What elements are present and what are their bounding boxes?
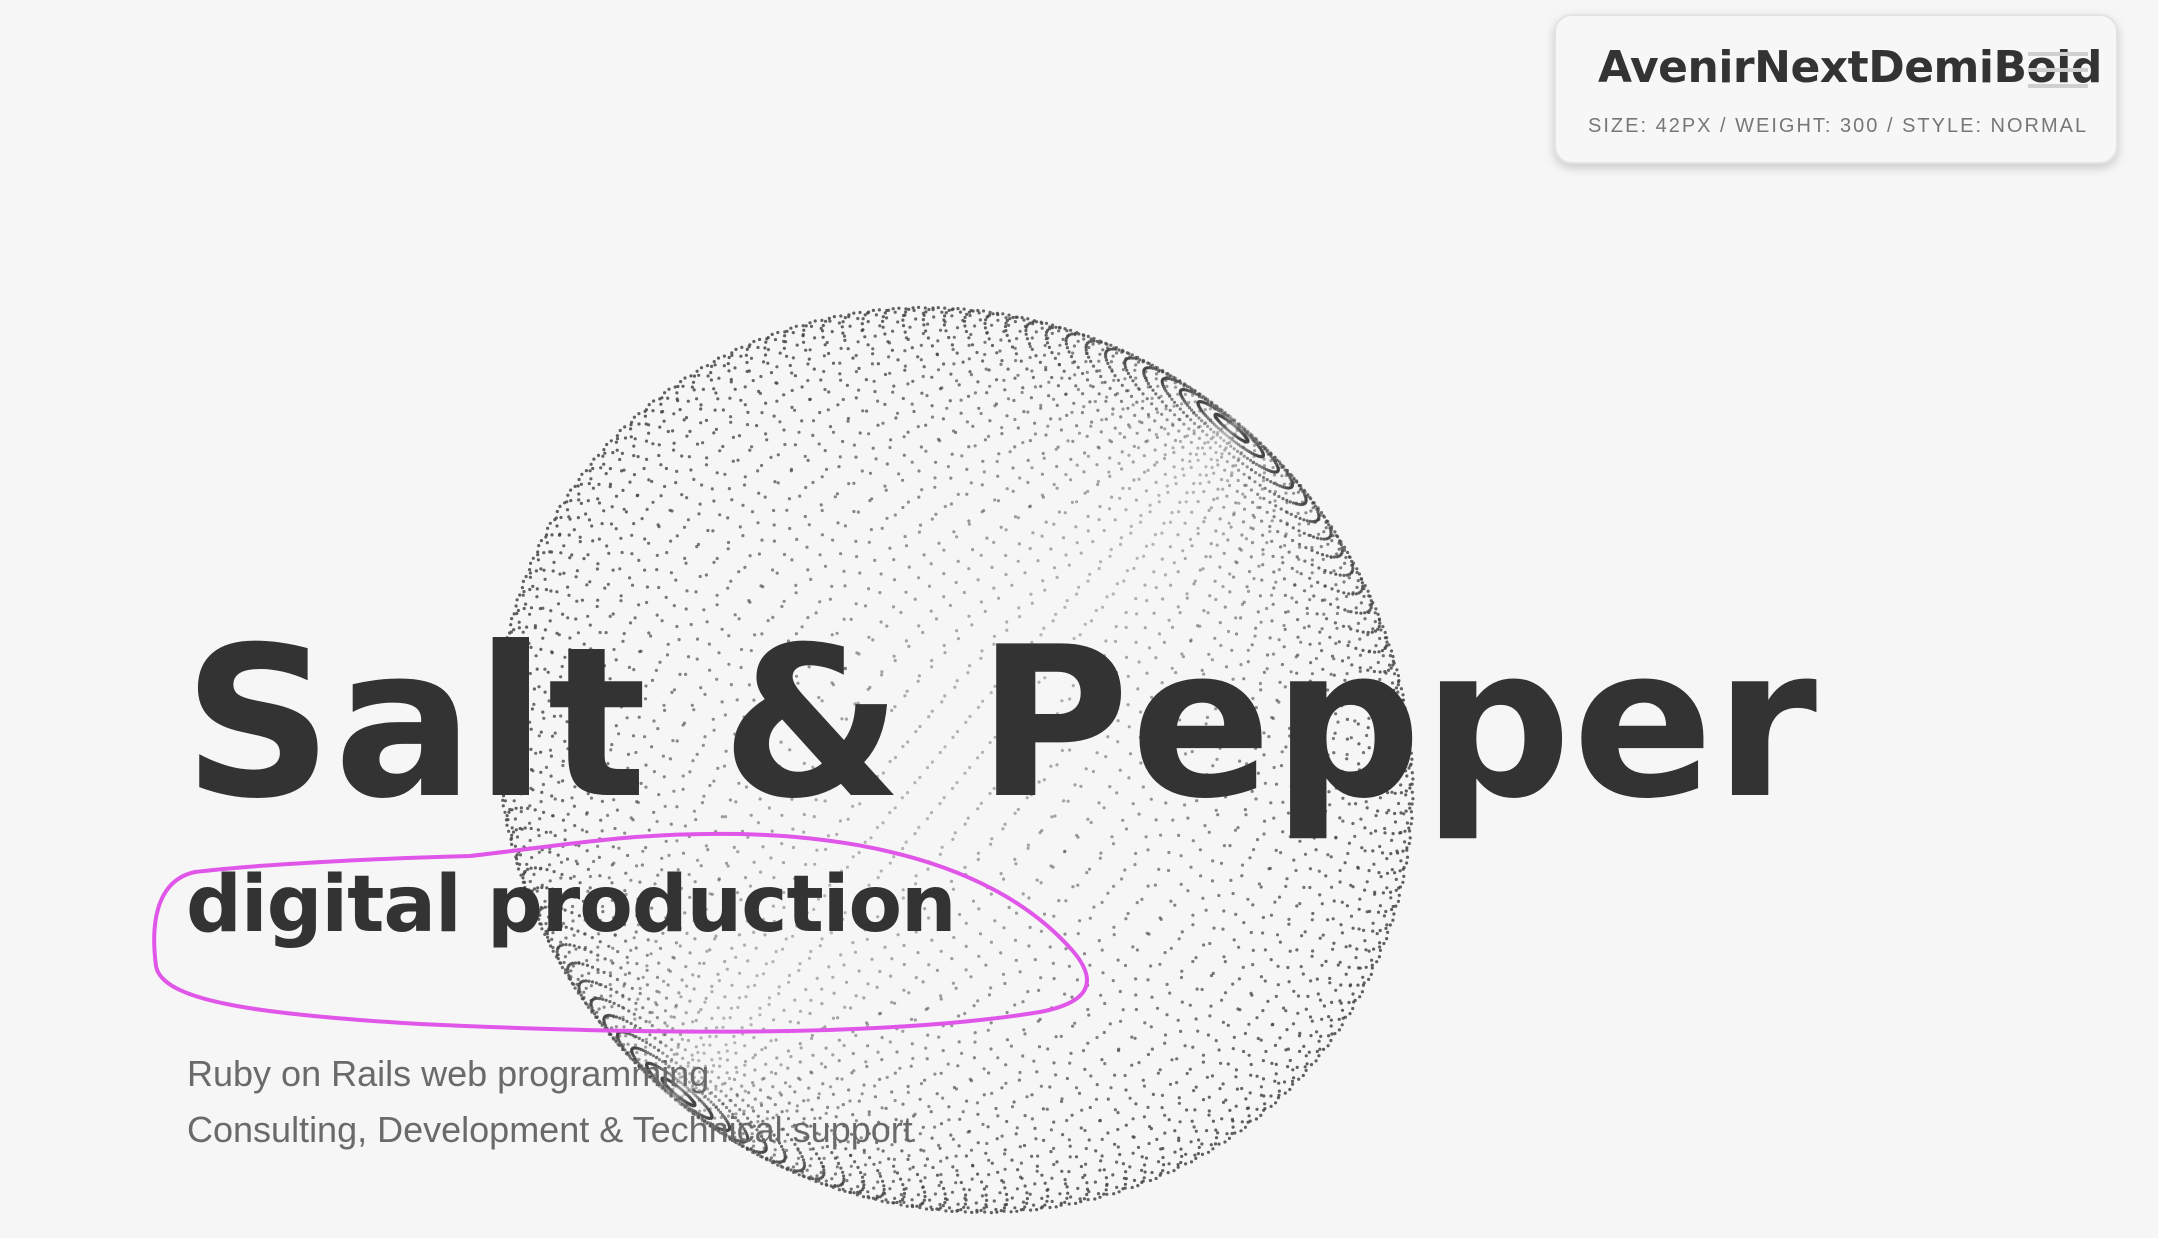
font-inspector-card[interactable]: AvenirNextDemiBold SIZE: 42PX / WEIGHT: … [1554, 14, 2118, 164]
hamburger-menu-icon[interactable] [2028, 46, 2088, 94]
font-specs: SIZE: 42PX / WEIGHT: 300 / STYLE: NORMAL [1588, 115, 2089, 137]
hero-subtitle: digital production [186, 860, 957, 950]
service-item-rails: Ruby on Rails web programming [187, 1053, 710, 1094]
landing-page: Salt & Pepper digital production Ruby on… [0, 0, 2158, 1238]
service-item-consulting: Consulting, Development & Technical supp… [187, 1109, 913, 1150]
font-name: AvenirNextDemiBold [1598, 42, 2102, 93]
services-list: Ruby on Rails web programming Consulting… [187, 1046, 913, 1158]
hero-title: Salt & Pepper [183, 603, 1819, 845]
